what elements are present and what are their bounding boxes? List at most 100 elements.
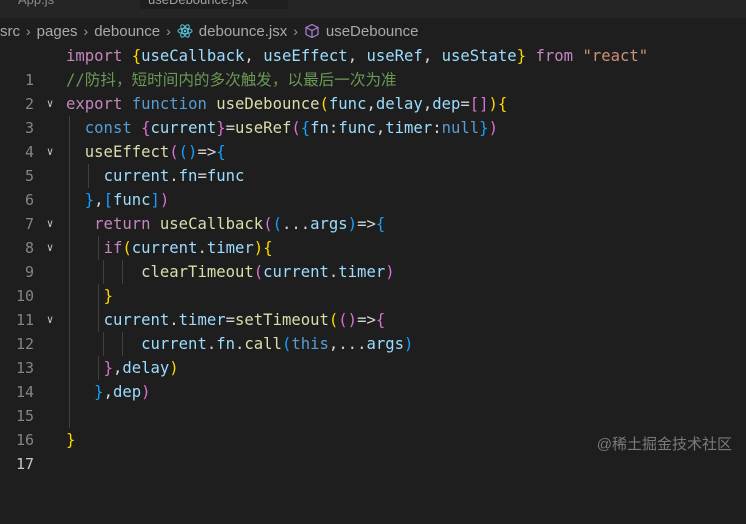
code-text: export function useDebounce(func,delay,d… xyxy=(66,95,508,113)
code-line: 16 xyxy=(0,404,746,449)
token-keyword: function xyxy=(131,95,207,113)
indent-guide xyxy=(69,404,70,428)
code-text: },delay) xyxy=(103,359,179,377)
token-identifier: dep xyxy=(112,383,142,401)
code-line: 6 current.fn=func xyxy=(0,164,746,209)
code-line: 5 ∨ useEffect(()=>{ xyxy=(0,140,746,185)
code-editor[interactable]: 1 import {useCallback, useEffect, useRef… xyxy=(0,44,746,473)
token-identifier: timer xyxy=(385,119,433,137)
token-identifier: useState xyxy=(441,47,517,65)
chevron-right-icon: › xyxy=(293,23,298,39)
token-identifier: timer xyxy=(178,311,226,329)
breadcrumb: src › pages › debounce › debounce.jsx › … xyxy=(0,18,746,44)
code-text: clearTimeout(current.timer) xyxy=(141,263,395,281)
token-keyword: null xyxy=(441,119,480,137)
code-text: },[func]) xyxy=(84,191,170,209)
token-string: "react" xyxy=(582,47,649,65)
token-identifier: timer xyxy=(338,263,386,281)
fold-chevron-icon[interactable]: ∨ xyxy=(43,92,57,116)
code-text: useEffect(()=>{ xyxy=(84,143,226,161)
code-text: if(current.timer){ xyxy=(103,239,273,257)
fold-chevron-icon[interactable]: ∨ xyxy=(43,308,57,332)
token-keyword: export xyxy=(66,95,123,113)
breadcrumb-item-file[interactable]: debounce.jsx xyxy=(177,23,287,40)
token-keyword: this xyxy=(291,335,329,353)
code-text: },dep) xyxy=(94,383,151,401)
token-param: delay xyxy=(375,95,423,113)
token-param: args xyxy=(310,215,348,233)
breadcrumb-symbol-label: useDebounce xyxy=(325,22,419,40)
token-comment: //防抖，短时间内的多次触发，以最后一次为准 xyxy=(66,71,397,89)
token-identifier: fn xyxy=(178,167,198,185)
breadcrumb-item-symbol[interactable]: useDebounce xyxy=(304,22,419,40)
token-function: clearTimeout xyxy=(141,263,254,281)
code-text: return useCallback((...args)=>{ xyxy=(94,215,386,233)
chevron-right-icon: › xyxy=(26,23,31,39)
token-function: useCallback xyxy=(159,215,264,233)
code-text: current.timer=setTimeout(()=>{ xyxy=(103,311,386,329)
fold-chevron-icon[interactable]: ∨ xyxy=(43,212,57,236)
token-identifier: func xyxy=(338,119,376,137)
chevron-right-icon: › xyxy=(166,23,171,39)
code-text: } xyxy=(103,287,113,305)
code-text: import {useCallback, useEffect, useRef, … xyxy=(66,47,649,65)
token-identifier: fn xyxy=(310,119,329,137)
code-line: 15 },dep) xyxy=(0,380,746,425)
token-keyword: if xyxy=(103,239,123,257)
breadcrumb-file-label: debounce.jsx xyxy=(198,22,288,40)
token-function: useRef xyxy=(235,119,292,137)
token-identifier: timer xyxy=(206,239,254,257)
breadcrumb-item-debounce[interactable]: debounce xyxy=(94,23,160,40)
line-number: 17 xyxy=(15,455,34,473)
token-keyword: from xyxy=(535,47,574,65)
token-identifier: fn xyxy=(216,335,235,353)
token-param: func xyxy=(328,95,367,113)
token-identifier: delay xyxy=(122,359,170,377)
token-keyword: import xyxy=(66,47,123,65)
code-line: 11 } xyxy=(0,284,746,329)
token-identifier: func xyxy=(206,167,245,185)
token-identifier: current xyxy=(150,119,217,137)
tab-use-debounce[interactable]: useDebounce.jsx xyxy=(140,0,288,9)
react-icon xyxy=(177,24,193,38)
code-line: 7 },[func]) xyxy=(0,188,746,233)
token-keyword: return xyxy=(94,215,151,233)
code-line: 10 clearTimeout(current.timer) xyxy=(0,260,746,305)
token-param: dep xyxy=(432,95,461,113)
token-identifier: useEffect xyxy=(263,47,348,65)
tab-strip: App.js useDebounce.jsx xyxy=(0,0,746,18)
code-line: 13 current.fn.call(this,...args) xyxy=(0,332,746,377)
cube-icon xyxy=(305,23,319,39)
token-identifier: func xyxy=(112,191,151,209)
code-line: 1 import {useCallback, useEffect, useRef… xyxy=(0,44,746,89)
fold-chevron-icon[interactable]: ∨ xyxy=(43,236,57,260)
token-keyword: const xyxy=(84,119,132,137)
token-identifier: args xyxy=(366,335,405,353)
token-identifier: current xyxy=(141,335,207,353)
code-line: 3 ∨ export function useDebounce(func,del… xyxy=(0,92,746,137)
token-identifier: current xyxy=(103,311,170,329)
fold-chevron-icon[interactable]: ∨ xyxy=(43,140,57,164)
token-identifier: current xyxy=(103,167,170,185)
token-function: useEffect xyxy=(84,143,170,161)
code-text: } xyxy=(66,431,76,449)
watermark: @稀土掘金技术社区 xyxy=(596,436,732,453)
token-identifier: useCallback xyxy=(141,47,245,65)
breadcrumb-item-pages[interactable]: pages xyxy=(37,23,78,40)
code-line: 14 },delay) xyxy=(0,356,746,401)
chevron-right-icon: › xyxy=(83,23,89,39)
breadcrumb-item-src[interactable]: src xyxy=(0,23,20,40)
token-function: useDebounce xyxy=(216,95,320,113)
code-line: 2 //防抖，短时间内的多次触发，以最后一次为准 xyxy=(0,68,746,113)
tab-app-js[interactable]: App.js xyxy=(18,0,54,9)
code-text: current.fn=func xyxy=(103,167,245,185)
code-line: 4 const {current}=useRef({fn:func,timer:… xyxy=(0,116,746,161)
token-identifier: useRef xyxy=(366,47,423,65)
code-text: current.fn.call(this,...args) xyxy=(141,335,414,353)
code-text: const {current}=useRef({fn:func,timer:nu… xyxy=(84,119,498,137)
code-line: 8 ∨ return useCallback((...args)=>{ xyxy=(0,212,746,257)
token-function: call xyxy=(244,335,282,353)
code-line: 12 ∨ current.timer=setTimeout(()=>{ xyxy=(0,308,746,353)
token-function: setTimeout xyxy=(235,311,329,329)
code-line: 9 ∨ if(current.timer){ xyxy=(0,236,746,281)
